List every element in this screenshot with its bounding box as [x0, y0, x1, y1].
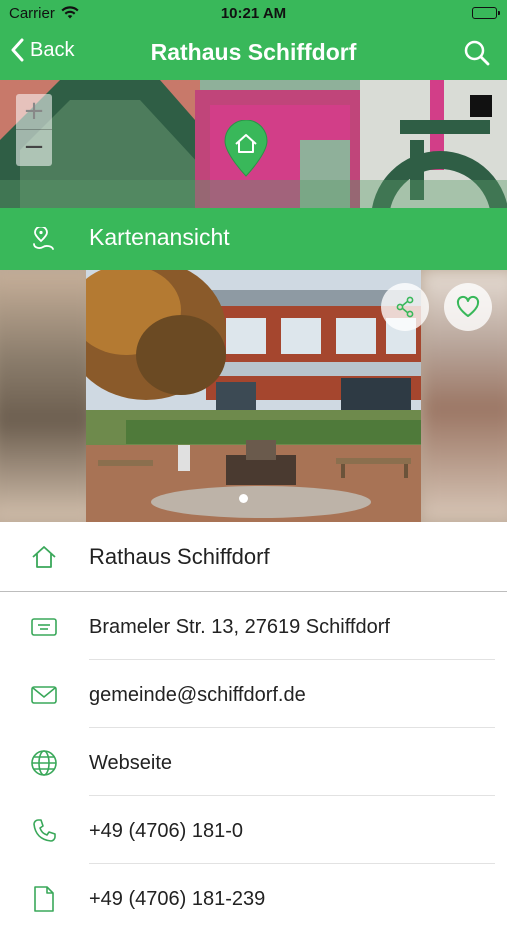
page-indicator-dot	[239, 494, 248, 503]
search-icon	[464, 40, 490, 66]
map-location-icon	[33, 227, 54, 250]
address-text: Brameler Str. 13, 27619 Schiffdorf	[89, 616, 390, 638]
email-row[interactable]: gemeinde@schiffdorf.de	[0, 660, 507, 728]
phone-link[interactable]: +49 (4706) 181-0	[89, 820, 243, 843]
previous-photo-preview	[0, 270, 96, 522]
share-button[interactable]	[381, 283, 429, 331]
mail-icon	[31, 686, 57, 704]
battery-icon	[472, 7, 500, 19]
detail-list: Rathaus Schiffdorf Brameler Str. 13, 276…	[0, 522, 507, 932]
photo-gallery[interactable]	[0, 270, 507, 522]
status-time: 10:21 AM	[220, 5, 287, 22]
email-link[interactable]: gemeinde@schiffdorf.de	[89, 684, 306, 707]
share-icon	[396, 296, 414, 318]
home-icon	[32, 546, 56, 568]
zoom-control: + −	[16, 94, 52, 166]
map-view-bar[interactable]: Kartenansicht	[0, 208, 507, 270]
document-icon	[34, 886, 54, 912]
map-view[interactable]: + − Kartenansicht	[0, 80, 507, 270]
map-view-label: Kartenansicht	[89, 224, 230, 250]
zoom-in-button[interactable]: +	[16, 94, 52, 130]
favorite-button[interactable]	[444, 283, 492, 331]
globe-icon	[31, 750, 57, 776]
address-row[interactable]: Brameler Str. 13, 27619 Schiffdorf	[0, 592, 507, 660]
heart-icon	[456, 295, 480, 317]
website-link[interactable]: Webseite	[89, 752, 172, 775]
page-title: Rathaus Schiffdorf	[150, 39, 357, 65]
navigation-bar: Back Rathaus Schiffdorf	[0, 28, 507, 80]
zoom-out-button[interactable]: −	[16, 130, 52, 165]
name-row: Rathaus Schiffdorf	[0, 522, 507, 592]
home-pin-icon[interactable]	[222, 120, 270, 178]
place-name: Rathaus Schiffdorf	[89, 544, 270, 569]
fax-row[interactable]: +49 (4706) 181-239	[0, 864, 507, 932]
phone-row[interactable]: +49 (4706) 181-0	[0, 796, 507, 864]
website-row[interactable]: Webseite	[0, 728, 507, 796]
status-bar: Carrier 10:21 AM	[0, 0, 507, 28]
phone-icon	[33, 819, 56, 842]
building-photo	[86, 270, 421, 522]
address-card-icon	[31, 618, 57, 636]
search-button[interactable]	[463, 39, 491, 72]
